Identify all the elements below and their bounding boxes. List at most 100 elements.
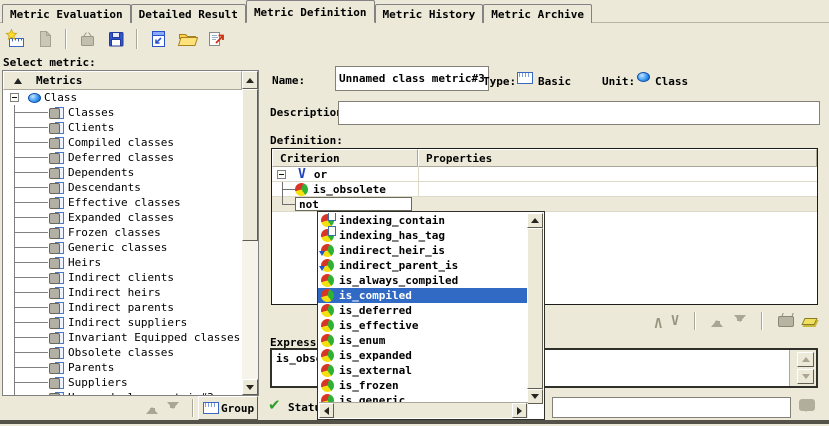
collapse-expander-icon[interactable]: [10, 93, 19, 102]
tab[interactable]: Detailed Result: [131, 4, 246, 23]
toolbar-separator: [136, 29, 138, 49]
scroll-right-button[interactable]: [512, 403, 527, 418]
tree-scrollbar[interactable]: [242, 71, 258, 395]
criterion-edit-cell[interactable]: not: [295, 197, 412, 211]
duplicate-metric-button[interactable]: [33, 27, 57, 51]
type-value: Basic: [538, 75, 571, 88]
load-metrics-button[interactable]: [146, 27, 170, 51]
delete-criterion-button[interactable]: [778, 316, 794, 327]
tree-item[interactable]: Invariant Equipped classes: [3, 330, 242, 345]
tree-item-label: Indirect suppliers: [68, 316, 187, 329]
predefined-metric-icon: [49, 227, 65, 238]
group-toggle-button[interactable]: Group: [198, 396, 258, 420]
dropdown-item-label: is_frozen: [339, 379, 399, 392]
save-metric-button[interactable]: [104, 27, 128, 51]
tree-item[interactable]: Compiled classes: [3, 135, 242, 150]
tree-item[interactable]: Obsolete classes: [3, 345, 242, 360]
tree-item[interactable]: Suppliers: [3, 375, 242, 390]
scroll-left-button[interactable]: [319, 403, 334, 418]
tree-item[interactable]: Expanded classes: [3, 210, 242, 225]
criterion-icon: [321, 334, 334, 347]
move-metric-up-button[interactable]: [146, 401, 159, 415]
tab[interactable]: Metric Definition: [246, 0, 375, 23]
dropdown-item[interactable]: is_external: [318, 363, 528, 378]
tree-connector: [14, 345, 48, 360]
tree-item[interactable]: Deferred classes: [3, 150, 242, 165]
dropdown-item[interactable]: is_frozen: [318, 378, 528, 393]
expression-scroll-up-button[interactable]: [797, 352, 814, 367]
dropdown-item[interactable]: is_always_compiled: [318, 273, 528, 288]
tab[interactable]: Metric Evaluation: [2, 4, 131, 23]
export-metrics-button[interactable]: [204, 27, 228, 51]
dropdown-horizontal-scrollbar[interactable]: [319, 402, 528, 418]
collapse-expander-icon[interactable]: [277, 170, 286, 179]
description-input[interactable]: [338, 101, 820, 125]
dropdown-item[interactable]: indirect_parent_is: [318, 258, 528, 273]
tree-item[interactable]: Descendants: [3, 180, 242, 195]
tree-item[interactable]: Indirect clients: [3, 270, 242, 285]
tree-connector: [14, 285, 48, 300]
metrics-column-header[interactable]: Metrics: [3, 71, 242, 90]
tree-item[interactable]: Clients: [3, 120, 242, 135]
criterion-column-header[interactable]: Criterion: [272, 149, 418, 167]
tree-item[interactable]: Effective classes: [3, 195, 242, 210]
tree-item[interactable]: Heirs: [3, 255, 242, 270]
scrollbar-thumb[interactable]: [242, 89, 258, 241]
dropdown-item[interactable]: indirect_heir_is: [318, 243, 528, 258]
and-operator-button[interactable]: V: [654, 315, 662, 328]
tree-item[interactable]: Indirect heirs: [3, 285, 242, 300]
note-input[interactable]: [552, 397, 791, 418]
dropdown-item[interactable]: indexing_has_tag: [318, 228, 528, 243]
expression-scroll-down-button[interactable]: [797, 369, 814, 384]
tree-item[interactable]: Parents: [3, 360, 242, 375]
criterion-row-is-obsolete[interactable]: is_obsolete: [272, 182, 817, 197]
erase-criterion-button[interactable]: [801, 318, 817, 325]
criterion-row-label: is_obsolete: [313, 183, 386, 196]
dropdown-item[interactable]: is_deferred: [318, 303, 528, 318]
comment-icon[interactable]: [799, 399, 815, 411]
tree-item[interactable]: Classes: [3, 105, 242, 120]
criterion-row-or[interactable]: V or: [272, 167, 817, 182]
dropdown-item[interactable]: is_effective: [318, 318, 528, 333]
tab[interactable]: Metric History: [375, 4, 484, 23]
tree-item-class-unit[interactable]: Class: [3, 90, 242, 105]
scroll-up-button[interactable]: [242, 71, 258, 89]
name-input[interactable]: [335, 66, 489, 91]
dropdown-item-label: is_expanded: [339, 349, 412, 362]
tab-label: Metric History: [383, 8, 476, 21]
criterion-icon: [321, 349, 334, 362]
dropdown-item[interactable]: is_compiled: [318, 288, 528, 303]
tab[interactable]: Metric Archive: [483, 4, 592, 23]
tree-connector: [14, 270, 48, 285]
criterion-row-editing[interactable]: not: [272, 197, 817, 212]
dropdown-item[interactable]: is_enum: [318, 333, 528, 348]
dropdown-item-label: indexing_contain: [339, 214, 445, 227]
open-metric-file-button[interactable]: [175, 27, 199, 51]
tree-item[interactable]: Frozen classes: [3, 225, 242, 240]
move-criterion-up-button[interactable]: [711, 314, 724, 328]
move-metric-down-button[interactable]: [166, 401, 179, 415]
dropdown-vertical-scrollbar[interactable]: [527, 213, 543, 404]
dropdown-item[interactable]: indexing_contain: [318, 213, 528, 228]
tree-item-label: Unnamed class metric#3: [68, 391, 214, 395]
tree-item[interactable]: Dependents: [3, 165, 242, 180]
tree-item[interactable]: Indirect parents: [3, 300, 242, 315]
delete-metric-button[interactable]: [75, 27, 99, 51]
unit-value: Class: [655, 75, 688, 88]
scrollbar-thumb[interactable]: [527, 228, 543, 389]
tree-item[interactable]: Unnamed class metric#3: [3, 390, 242, 395]
scroll-up-button[interactable]: [527, 213, 543, 228]
scroll-down-button[interactable]: [242, 379, 258, 395]
tree-item[interactable]: Generic classes: [3, 240, 242, 255]
new-metric-button[interactable]: [4, 27, 28, 51]
class-unit-icon: [637, 72, 650, 82]
dropdown-item[interactable]: is_expanded: [318, 348, 528, 363]
tree-item[interactable]: Indirect suppliers: [3, 315, 242, 330]
scroll-down-button[interactable]: [527, 389, 543, 404]
properties-column-header[interactable]: Properties: [418, 149, 817, 167]
tree-connector: [14, 240, 48, 255]
or-operator-button[interactable]: V: [671, 315, 679, 328]
tab-label: Metric Evaluation: [10, 8, 123, 21]
move-criterion-down-button[interactable]: [733, 314, 746, 328]
predefined-metric-icon: [49, 377, 65, 388]
